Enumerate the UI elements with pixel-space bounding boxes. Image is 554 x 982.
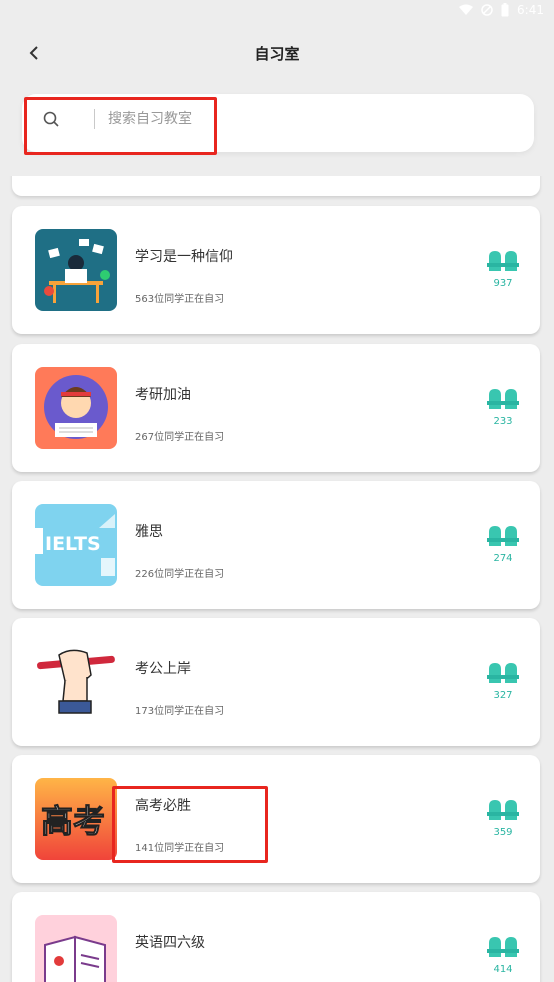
fist-pencil-illustration: [35, 641, 117, 723]
room-name: 考公上岸: [135, 661, 191, 677]
room-thumbnail: [35, 641, 117, 723]
seat-count: 233: [493, 416, 513, 427]
search-bar[interactable]: [22, 94, 534, 152]
room-student-count: 563位同学正在自习: [135, 294, 225, 305]
room-card[interactable]: 考公上岸 173位同学正在自习 327: [12, 618, 540, 746]
seats-icon: [487, 937, 519, 957]
seat-count: 937: [493, 278, 513, 289]
room-thumbnail: IELTS: [35, 504, 117, 586]
no-sim-icon: [481, 4, 493, 16]
room-name: 高考必胜: [135, 798, 191, 814]
seats-icon: [487, 663, 519, 683]
ielts-illustration: IELTS: [35, 504, 117, 586]
gaokao-text: 高考: [41, 802, 105, 840]
room-card[interactable]: 考研加油 267位同学正在自习 233: [12, 344, 540, 472]
room-name: 雅思: [135, 524, 163, 540]
gaokao-illustration: 高考: [35, 778, 117, 860]
seat-count: 327: [493, 690, 513, 701]
search-divider: [94, 109, 95, 129]
room-card[interactable]: 英语四六级 414: [12, 892, 540, 982]
seats-icon: [487, 800, 519, 820]
seat-count: 414: [493, 964, 513, 975]
search-icon: [43, 111, 59, 127]
room-name: 学习是一种信仰: [135, 249, 233, 265]
seats-icon: [487, 251, 519, 271]
room-thumbnail: 高考: [35, 778, 117, 860]
status-bar: 6:41: [0, 0, 554, 20]
room-card-partial[interactable]: [12, 176, 540, 196]
seat-count: 359: [493, 827, 513, 838]
room-student-count: 226位同学正在自习: [135, 569, 225, 580]
header: 自习室: [0, 30, 554, 76]
wifi-icon: [459, 4, 474, 15]
student-desk-illustration: [35, 229, 117, 311]
room-card[interactable]: IELTS 雅思 226位同学正在自习 274: [12, 481, 540, 609]
seats-icon: [487, 526, 519, 546]
room-student-count: 173位同学正在自习: [135, 706, 225, 717]
studying-boy-illustration: [35, 367, 117, 449]
status-time: 6:41: [517, 3, 544, 17]
book-illustration: [35, 915, 117, 982]
room-thumbnail: [35, 229, 117, 311]
room-list: 学习是一种信仰 563位同学正在自习 937 考研加油 267位同学正在自习 2…: [0, 176, 554, 982]
ielts-text: IELTS: [45, 533, 101, 555]
page-title: 自习室: [254, 45, 300, 63]
room-thumbnail: [35, 367, 117, 449]
battery-icon: [501, 3, 509, 17]
room-card[interactable]: 高考 高考必胜 141位同学正在自习 359: [12, 755, 540, 883]
room-name: 考研加油: [135, 387, 191, 403]
room-name: 英语四六级: [135, 935, 205, 951]
room-student-count: 267位同学正在自习: [135, 432, 225, 443]
room-thumbnail: [35, 915, 117, 982]
room-student-count: 141位同学正在自习: [135, 843, 225, 854]
seat-count: 274: [493, 553, 513, 564]
seats-icon: [487, 389, 519, 409]
room-card[interactable]: 学习是一种信仰 563位同学正在自习 937: [12, 206, 540, 334]
search-input[interactable]: [108, 106, 408, 132]
